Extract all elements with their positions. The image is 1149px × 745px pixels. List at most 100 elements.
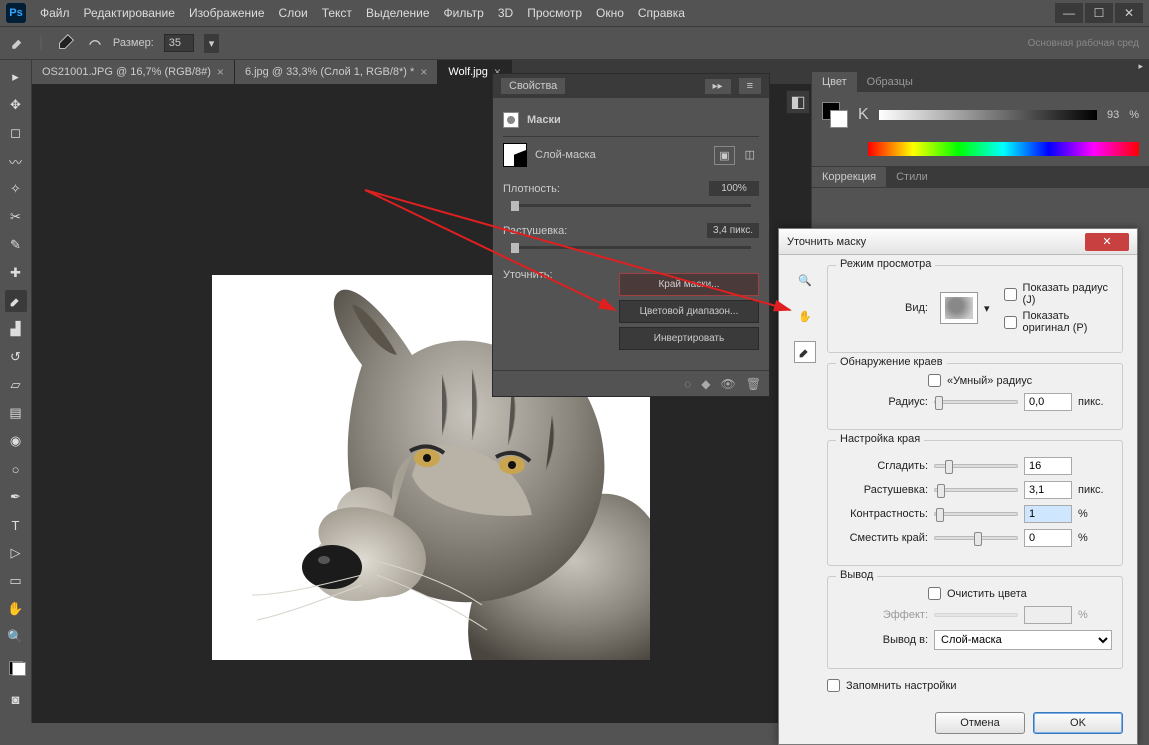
smart-radius-checkbox[interactable] [928,374,941,387]
minimize-button[interactable]: — [1055,3,1083,23]
color-swatches[interactable] [4,654,28,682]
text-tool[interactable]: T [5,514,27,536]
path-select-tool[interactable]: ▷ [5,542,27,564]
close-button[interactable]: ✕ [1115,3,1143,23]
brush-tool[interactable] [5,290,27,312]
swatches-tab[interactable]: Образцы [857,72,923,92]
shape-tool[interactable]: ▭ [5,570,27,592]
density-slider[interactable] [511,204,751,207]
mask-edge-button[interactable]: Край маски... [619,273,759,296]
gradient-tool[interactable]: ▤ [5,402,27,424]
brush-icon[interactable] [55,31,77,56]
ok-button[interactable]: OK [1033,712,1123,734]
stamp-tool[interactable]: ▟ [5,318,27,340]
menu-layers[interactable]: Слои [279,6,308,20]
color-spectrum[interactable] [868,142,1139,156]
marquee-tool[interactable]: ◻ [5,122,27,144]
history-brush-tool[interactable]: ↺ [5,346,27,368]
shift-unit: % [1078,532,1112,544]
menu-file[interactable]: Файл [40,6,70,20]
hand-tool-icon[interactable]: ✋ [794,305,816,327]
dialog-close-button[interactable]: ✕ [1085,233,1129,251]
heal-tool[interactable]: ✚ [5,262,27,284]
density-value[interactable]: 100% [709,181,759,196]
feather-slider-d[interactable] [934,488,1018,492]
apply-mask-icon[interactable]: ◆ [701,377,710,391]
feather-value[interactable]: 3,4 пикс. [707,223,759,238]
contrast-slider[interactable] [934,512,1018,516]
eyedropper-tool[interactable]: ✎ [5,234,27,256]
hand-tool[interactable]: ✋ [5,598,27,620]
menu-image[interactable]: Изображение [189,6,265,20]
adjustments-tab[interactable]: Коррекция [812,167,886,187]
fg-bg-swatch[interactable] [822,102,848,128]
styles-tab[interactable]: Стили [886,167,938,187]
feather-input-d[interactable] [1024,481,1072,499]
size-dropdown-icon[interactable]: ▾ [204,34,220,53]
histogram-dock-icon[interactable]: ◧ [786,90,810,114]
color-tab[interactable]: Цвет [812,72,857,92]
mask-thumbnail[interactable] [503,143,527,167]
contrast-input[interactable] [1024,505,1072,523]
menu-edit[interactable]: Редактирование [84,6,175,20]
show-radius-checkbox[interactable] [1004,288,1017,301]
k-slider[interactable] [879,110,1097,120]
invert-button[interactable]: Инвертировать [619,327,759,350]
panel-menu-icon[interactable]: ≡ [739,78,761,94]
properties-tab[interactable]: Свойства [501,78,565,94]
eraser-tool[interactable]: ▱ [5,374,27,396]
menu-window[interactable]: Окно [596,6,624,20]
wand-tool[interactable]: ✧ [5,178,27,200]
color-range-button[interactable]: Цветовой диапазон... [619,300,759,323]
move-tool[interactable]: ✥ [5,94,27,116]
cancel-button[interactable]: Отмена [935,712,1025,734]
lasso-tool[interactable]: 〰 [5,150,27,172]
doc-tab-1[interactable]: 6.jpg @ 33,3% (Слой 1, RGB/8*) *× [235,60,438,84]
zoom-tool-icon[interactable]: 🔍 [794,269,816,291]
feather-slider[interactable] [511,246,751,249]
show-original-checkbox[interactable] [1004,316,1017,329]
close-icon[interactable]: × [217,65,224,79]
airbrush-icon[interactable] [87,34,103,53]
workspace-label[interactable]: Основная рабочая сред [1028,38,1139,49]
quickmask-tool[interactable]: ◙ [5,688,27,710]
output-label: Вывод в: [838,634,928,646]
brush-preset-icon[interactable] [10,33,28,54]
remember-checkbox[interactable] [827,679,840,692]
close-icon[interactable]: × [420,65,427,79]
pixel-mask-icon[interactable]: ▣ [714,146,734,165]
menu-3d[interactable]: 3D [498,6,513,20]
crop-tool[interactable]: ✂ [5,206,27,228]
radius-slider[interactable] [934,400,1018,404]
blur-tool[interactable]: ◉ [5,430,27,452]
size-input[interactable] [164,34,194,52]
output-select[interactable]: Слой-маска [934,630,1112,650]
view-mode-thumbnail[interactable] [940,292,978,324]
radius-input[interactable] [1024,393,1072,411]
view-dropdown-icon[interactable]: ▾ [984,302,990,315]
maximize-button[interactable]: ☐ [1085,3,1113,23]
load-selection-icon[interactable]: ◌ [684,377,691,391]
menu-view[interactable]: Просмотр [527,6,582,20]
collapse-icon[interactable]: ▸ [1138,61,1143,72]
menu-help[interactable]: Справка [638,6,685,20]
smooth-slider[interactable] [934,464,1018,468]
delete-mask-icon[interactable]: 🗑 [746,377,761,391]
menu-text[interactable]: Текст [322,6,352,20]
zoom-tool[interactable]: 🔍 [5,626,27,648]
panel-collapse-icon[interactable]: ▸▸ [705,79,731,94]
expand-icon[interactable]: ▸ [5,66,27,88]
menu-filter[interactable]: Фильтр [444,6,484,20]
menu-select[interactable]: Выделение [366,6,430,20]
toggle-mask-icon[interactable]: 👁 [721,377,736,391]
decontaminate-checkbox[interactable] [928,587,941,600]
vector-mask-icon[interactable]: ◫ [741,146,759,165]
smooth-input[interactable] [1024,457,1072,475]
doc-tab-0[interactable]: OS21001.JPG @ 16,7% (RGB/8#)× [32,60,235,84]
effect-label: Эффект: [838,609,928,621]
pen-tool[interactable]: ✒ [5,486,27,508]
shift-slider[interactable] [934,536,1018,540]
shift-input[interactable] [1024,529,1072,547]
dodge-tool[interactable]: ○ [5,458,27,480]
refine-brush-icon[interactable] [794,341,816,363]
